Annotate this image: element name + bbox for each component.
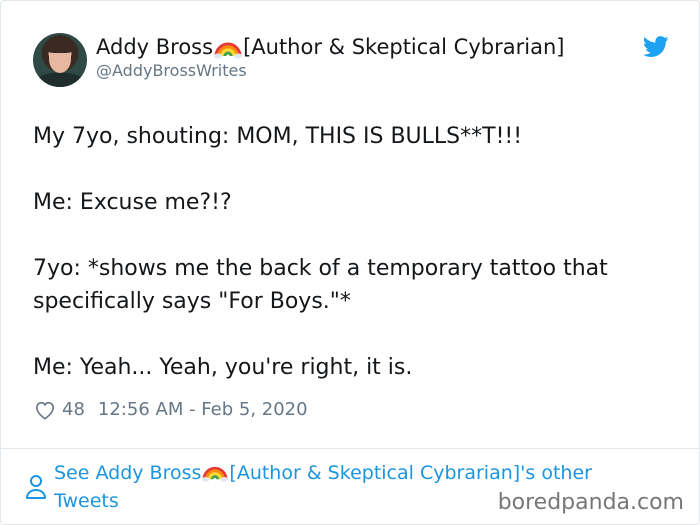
- divider: [1, 448, 699, 449]
- author-name-suffix: [Author & Skeptical Cybrarian]: [243, 35, 565, 59]
- tweet-card: Addy Bross [Author & Skeptical Cybrarian…: [0, 0, 700, 525]
- author-name-text: Addy Bross: [96, 35, 214, 59]
- twitter-bird-icon[interactable]: [643, 36, 669, 58]
- person-icon: [26, 475, 46, 499]
- author-name[interactable]: Addy Bross [Author & Skeptical Cybrarian…: [96, 34, 564, 60]
- rainbow-icon: [214, 34, 243, 60]
- tweet-line: Me: Yeah... Yeah, you're right, it is.: [33, 355, 413, 380]
- heart-icon[interactable]: [34, 400, 56, 420]
- like-count[interactable]: 48: [62, 398, 85, 422]
- tweet-line: 7yo: *shows me the back of a temporary t…: [33, 256, 608, 314]
- avatar[interactable]: [33, 33, 87, 87]
- tweet-text: My 7yo, shouting: MOM, THIS IS BULLS**T!…: [33, 120, 673, 384]
- watermark: boredpanda.com: [497, 490, 684, 515]
- tweet-timestamp[interactable]: 12:56 AM - Feb 5, 2020: [98, 398, 308, 422]
- footer-link-prefix: See Addy Bross: [54, 462, 202, 484]
- rainbow-icon: [202, 459, 229, 483]
- author-handle[interactable]: @AddyBrossWrites: [96, 61, 247, 81]
- tweet-meta: 48 12:56 AM - Feb 5, 2020: [34, 398, 308, 422]
- tweet-line: My 7yo, shouting: MOM, THIS IS BULLS**T!…: [33, 124, 523, 149]
- tweet-line: Me: Excuse me?!?: [33, 190, 232, 215]
